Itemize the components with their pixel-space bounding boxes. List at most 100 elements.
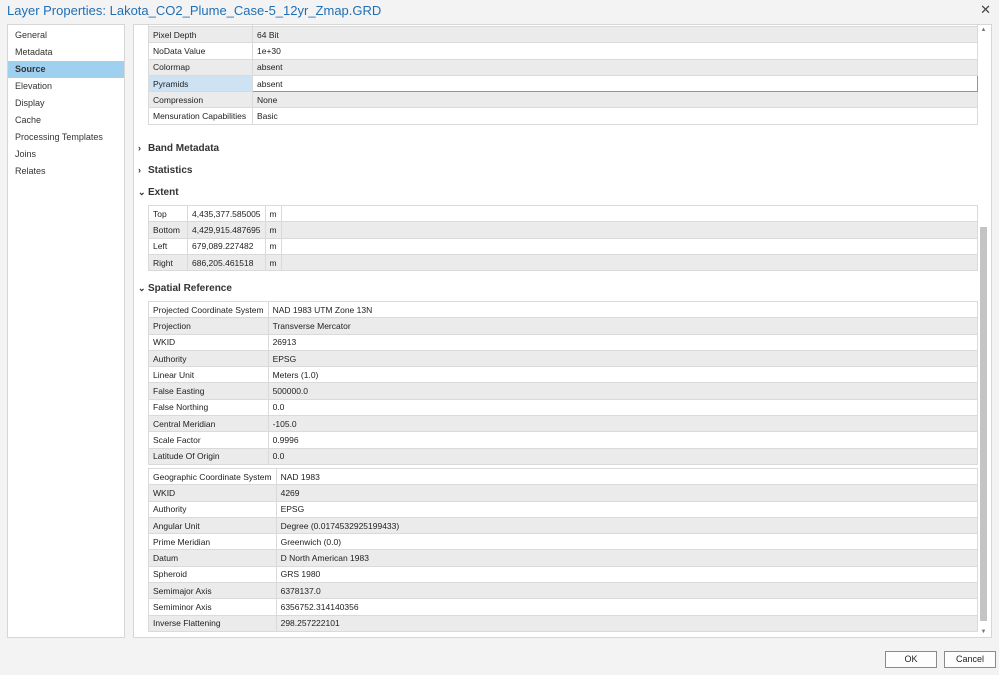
property-label: Prime Meridian (148, 533, 277, 551)
property-value: m (264, 221, 282, 239)
table-row: Top 4,435,377.585005 m (148, 204, 979, 223)
property-value: GRS 1980 (275, 565, 979, 584)
table-row: Inverse Flattening 298.257222101 (148, 614, 979, 632)
sidebar-item-cache[interactable]: Cache (8, 112, 124, 129)
table-row: Projected Coordinate System NAD 1983 UTM … (148, 300, 979, 319)
table-row: False Northing 0.0 (148, 398, 979, 417)
table-row: Central Meridian -105.0 (148, 415, 979, 433)
sidebar-item-source[interactable]: Source (8, 61, 124, 78)
property-label: Inverse Flattening (148, 614, 277, 632)
chevron-down-icon: ⌄ (138, 187, 146, 197)
sidebar-item-metadata[interactable]: Metadata (8, 44, 124, 61)
sidebar-item-processing-templates[interactable]: Processing Templates (8, 129, 124, 146)
table-row: Spheroid GRS 1980 (148, 565, 979, 584)
property-label: Geographic Coordinate System (148, 467, 277, 486)
section-band-metadata[interactable]: › Band Metadata (138, 143, 219, 154)
property-value: 500000.0 (267, 382, 979, 400)
scrollbar-thumb[interactable] (980, 227, 987, 621)
property-label: WKID (148, 484, 277, 502)
table-row: Projection Transverse Mercator (148, 317, 979, 335)
property-value: m (264, 204, 282, 223)
property-label: Compression (148, 91, 253, 109)
property-label: Left (148, 237, 188, 255)
ok-button[interactable]: OK (885, 651, 937, 668)
sidebar-item-general[interactable]: General (8, 27, 124, 44)
table-row: Bottom 4,429,915.487695 m (148, 221, 979, 239)
geographic-cs-table: Geographic Coordinate System NAD 1983 WKID… (148, 467, 979, 632)
sidebar-item-relates[interactable]: Relates (8, 163, 124, 180)
scroll-up-icon[interactable]: ▲ (979, 27, 988, 33)
property-label: Linear Unit (148, 366, 269, 384)
property-value: 686,205.461518 (187, 253, 266, 272)
table-row: Semimajor Axis 6378137.0 (148, 582, 979, 600)
property-value: 298.257222101 (275, 614, 979, 632)
table-row: Latitude Of Origin 0.0 (148, 447, 979, 465)
dialog-title: Layer Properties: Lakota_CO2_Plume_Case-… (7, 3, 382, 18)
property-label[interactable]: Pyramids (148, 74, 253, 93)
property-label: Spheroid (148, 565, 277, 584)
property-value: None (252, 91, 978, 109)
property-value: 4,435,377.585005 (187, 204, 266, 223)
property-label: Right (148, 253, 188, 272)
property-value: 64 Bit (252, 25, 978, 44)
table-row: Angular Unit Degree (0.0174532925199433) (148, 516, 979, 535)
property-value: Degree (0.0174532925199433) (275, 516, 979, 535)
sidebar-item-elevation[interactable]: Elevation (8, 78, 124, 95)
property-label: Angular Unit (148, 516, 277, 535)
property-label: Semimajor Axis (148, 582, 277, 600)
property-label: NoData Value (148, 42, 253, 60)
property-label: Bottom (148, 221, 188, 239)
close-icon[interactable]: ✕ (980, 2, 991, 18)
table-row: Linear Unit Meters (1.0) (148, 366, 979, 384)
sidebar: General Metadata Source Elevation Display Cac… (7, 24, 125, 638)
property-label: Semiminor Axis (148, 598, 277, 616)
property-value: Basic (252, 107, 978, 125)
section-spatial-reference[interactable]: ⌄ Spatial Reference (138, 283, 232, 294)
property-value: 6378137.0 (275, 582, 979, 600)
table-row: False Easting 500000.0 (148, 382, 979, 400)
property-label: Scale Factor (148, 431, 269, 449)
table-row: Right 686,205.461518 m (148, 253, 979, 272)
property-value: 4,429,915.487695 (187, 221, 266, 239)
raster-info-table: Pixel Depth 64 Bit NoData Value 1e+30 Colorm… (148, 25, 978, 125)
cancel-button[interactable]: Cancel (944, 651, 996, 668)
property-label: Central Meridian (148, 415, 269, 433)
table-row: Prime Meridian Greenwich (0.0) (148, 533, 979, 551)
property-label: Authority (148, 500, 277, 518)
table-row: Compression None (148, 91, 978, 109)
section-statistics[interactable]: › Statistics (138, 165, 192, 176)
property-value: Meters (1.0) (267, 366, 979, 384)
chevron-right-icon: › (138, 165, 141, 175)
table-row: Geographic Coordinate System NAD 1983 (148, 467, 979, 486)
table-row: Authority EPSG (148, 500, 979, 518)
property-value: 26913 (267, 333, 979, 351)
property-label: False Northing (148, 398, 269, 417)
table-row: Datum D North American 1983 (148, 549, 979, 567)
property-value: 4269 (275, 484, 979, 502)
projected-cs-table: Projected Coordinate System NAD 1983 UTM … (148, 300, 979, 465)
section-extent[interactable]: ⌄ Extent (138, 187, 179, 198)
table-row: WKID 4269 (148, 484, 979, 502)
sidebar-item-display[interactable]: Display (8, 95, 124, 112)
property-value: NAD 1983 UTM Zone 13N (267, 300, 979, 319)
property-label: Colormap (148, 58, 253, 76)
property-value: absent (252, 58, 978, 76)
property-value: Transverse Mercator (267, 317, 979, 335)
property-value: Greenwich (0.0) (275, 533, 979, 551)
property-value[interactable]: absent (252, 74, 978, 93)
property-label: Latitude Of Origin (148, 447, 269, 465)
property-label: Datum (148, 549, 277, 567)
property-label: Pixel Depth (148, 25, 253, 44)
table-row: Pyramids absent (148, 74, 978, 93)
table-row: Left 679,089.227482 m (148, 237, 979, 255)
property-value: 0.9996 (267, 431, 979, 449)
source-panel: Pixel Depth 64 Bit NoData Value 1e+30 Colorm… (133, 24, 992, 638)
chevron-down-icon: ⌄ (138, 283, 146, 293)
property-label: Top (148, 204, 188, 223)
extent-table: Top 4,435,377.585005 m Bottom 4,429,915.4876… (148, 204, 979, 272)
scroll-down-icon[interactable]: ▼ (979, 629, 988, 635)
property-label: Projected Coordinate System (148, 300, 269, 319)
sidebar-item-joins[interactable]: Joins (8, 146, 124, 163)
table-row: Scale Factor 0.9996 (148, 431, 979, 449)
scrollbar[interactable]: ▲ ▼ (979, 27, 988, 635)
